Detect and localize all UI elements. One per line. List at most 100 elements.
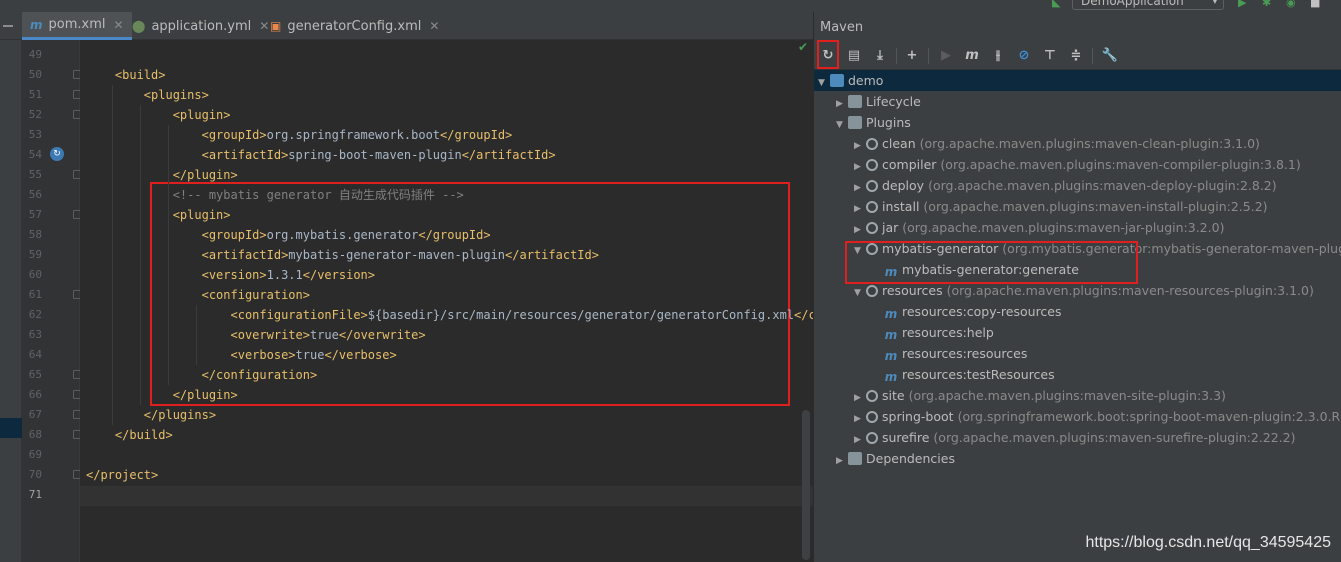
line-number: 66 — [28, 388, 42, 401]
code-line: <plugins> — [86, 85, 209, 105]
minus-icon[interactable] — [3, 25, 13, 27]
maven-goal-icon[interactable]: m — [962, 46, 982, 66]
chevron-right-icon[interactable]: ▶ — [836, 451, 848, 472]
settings-wrench-icon[interactable]: 🔧 — [1100, 46, 1120, 66]
tree-node-label: resources:testResources — [902, 367, 1055, 382]
tab-application-yml[interactable]: ⬤ application.yml ✕ — [124, 12, 277, 40]
code-line: <overwrite>true</overwrite> — [86, 325, 426, 345]
add-icon[interactable]: + — [902, 46, 922, 66]
tree-node-lifecycle[interactable]: ▶ Lifecycle — [836, 91, 921, 112]
code-line: <groupId>org.springframework.boot</group… — [86, 125, 513, 145]
tree-node-clean[interactable]: ▶ clean (org.apache.maven.plugins:maven-cl… — [854, 133, 1260, 154]
xml-tag: </project> — [86, 468, 159, 482]
line-number-gutter: ↻ 49 50 51 52 53 54 55 56 57 58 59 60 61 62 63 64 65 66 67… — [22, 40, 82, 562]
xml-file-icon: ▣ — [270, 19, 282, 33]
tree-node-site[interactable]: ▶ site (org.apache.maven.plugins:maven-sit… — [854, 385, 1226, 406]
line-number: 68 — [28, 428, 42, 441]
xml-tag: <configurationFile> — [230, 308, 368, 322]
line-number: 55 — [28, 168, 42, 181]
code-line: <plugin> — [86, 105, 231, 125]
tree-node-deploy[interactable]: ▶ deploy (org.apache.maven.plugins:maven-d… — [854, 175, 1277, 196]
close-icon[interactable]: ✕ — [429, 19, 439, 33]
plugin-gear-icon — [866, 222, 878, 234]
tree-node-resources-testresources[interactable]: m resources:testResources — [872, 364, 1055, 385]
tab-generatorconfig-xml[interactable]: ▣ generatorConfig.xml ✕ — [262, 12, 447, 40]
tree-node-detail: (org.apache.maven.plugins:maven-clean-pl… — [919, 136, 1260, 151]
tree-node-label: spring-boot — [882, 409, 954, 424]
close-icon[interactable]: ✕ — [114, 18, 124, 32]
debug-icon[interactable]: ✱ — [1262, 0, 1274, 9]
tree-node-label: deploy — [882, 178, 925, 193]
xml-tag: <groupId> — [201, 128, 267, 142]
xml-comment: <!-- mybatis generator 自动生成代码插件 --> — [172, 188, 464, 202]
tree-node-install[interactable]: ▶ install (org.apache.maven.plugins:maven-… — [854, 196, 1268, 217]
xml-tag: <plugin> — [172, 208, 231, 222]
left-tool-strip — [0, 40, 22, 562]
maven-toolbar: ↻ ▤ ⤓ + ▶ m ⫲ ⊘ ⊤ ≑ 🔧 — [814, 42, 1341, 70]
hammer-icon[interactable]: ◣ — [1052, 0, 1064, 9]
tree-node-plugins[interactable]: ▼ Plugins — [836, 112, 911, 133]
annotation-highlight-box — [845, 241, 1138, 284]
folder-icon — [848, 116, 862, 129]
code-line: <version>1.3.1</version> — [86, 265, 375, 285]
code-text: 1.3.1 — [266, 268, 303, 282]
code-line: </configuration> — [86, 365, 318, 385]
collapse-all-icon[interactable]: ≑ — [1066, 46, 1086, 66]
show-dependencies-icon[interactable]: ⊤ — [1040, 46, 1060, 66]
line-number: 56 — [28, 188, 42, 201]
tree-node-detail: (org.apache.maven.plugins:maven-compiler… — [940, 157, 1301, 172]
xml-tag: <plugin> — [172, 108, 231, 122]
chevron-down-icon[interactable]: ▼ — [854, 283, 866, 304]
tree-node-spring-boot[interactable]: ▶ spring-boot (org.springframework.boot:sp… — [854, 406, 1341, 427]
line-number: 67 — [28, 408, 42, 421]
tree-node-detail: (org.apache.maven.plugins:maven-surefire… — [933, 430, 1296, 445]
maven-file-icon: m — [30, 17, 43, 32]
tree-node-surefire[interactable]: ▶ surefire (org.apache.maven.plugins:maven… — [854, 427, 1295, 448]
run-icon[interactable]: ▶ — [936, 46, 956, 66]
tree-node-demo[interactable]: ▼ demo — [814, 70, 1341, 91]
line-number: 52 — [28, 108, 42, 121]
stop-icon[interactable]: ■ — [1310, 0, 1322, 9]
gutter-run-icon[interactable]: ↻ — [50, 147, 64, 161]
generate-sources-icon[interactable]: ▤ — [844, 46, 864, 66]
tab-pom-xml[interactable]: m pom.xml ✕ — [22, 12, 132, 40]
tree-node-label: site — [882, 388, 905, 403]
current-line-highlight — [80, 486, 813, 506]
xml-tag: </plugins> — [143, 408, 217, 422]
tree-node-label: demo — [848, 73, 884, 88]
plugin-gear-icon — [866, 159, 878, 171]
chevron-down-icon[interactable]: ▼ — [836, 115, 848, 136]
chevron-down-icon[interactable]: ▼ — [818, 73, 830, 94]
toggle-offline-icon[interactable]: ⫲ — [988, 46, 1008, 66]
code-text: true — [309, 328, 339, 342]
line-number: 60 — [28, 268, 42, 281]
tree-node-jar[interactable]: ▶ jar (org.apache.maven.plugins:maven-jar-… — [854, 217, 1224, 238]
skip-tests-icon[interactable]: ⊘ — [1014, 46, 1034, 66]
tree-node-compiler[interactable]: ▶ compiler (org.apache.maven.plugins:maven… — [854, 154, 1301, 175]
tree-node-resources-help[interactable]: m resources:help — [872, 322, 994, 343]
tree-node-detail: (org.apache.maven.plugins:maven-jar-plug… — [902, 220, 1225, 235]
vertical-scrollbar[interactable] — [802, 410, 810, 560]
toolbar-separator — [1092, 48, 1093, 64]
folder-icon — [848, 95, 862, 108]
code-editor[interactable]: ✔ <build> <plugins> <plugin> <groupId>or… — [80, 40, 813, 562]
tree-node-resources-resources[interactable]: m resources:resources — [872, 343, 1028, 364]
code-line: </plugins> — [86, 405, 216, 425]
code-line: </plugin> — [86, 385, 238, 405]
download-icon[interactable]: ⤓ — [870, 46, 890, 66]
run-icon[interactable]: ▶ — [1238, 0, 1250, 9]
tool-window-marker[interactable] — [0, 418, 22, 438]
coverage-icon[interactable]: ◉ — [1286, 0, 1298, 9]
chevron-down-icon: ▼ — [1211, 0, 1218, 5]
maven-panel-title: Maven — [820, 20, 864, 35]
tree-node-label: resources — [882, 283, 943, 298]
tree-node-dependencies[interactable]: ▶ Dependencies — [836, 448, 955, 469]
line-number: 51 — [28, 88, 42, 101]
run-configuration-select[interactable]: DemoApplication ▼ — [1072, 0, 1224, 10]
tree-node-resources-copy-resources[interactable]: m resources:copy-resources — [872, 301, 1062, 322]
